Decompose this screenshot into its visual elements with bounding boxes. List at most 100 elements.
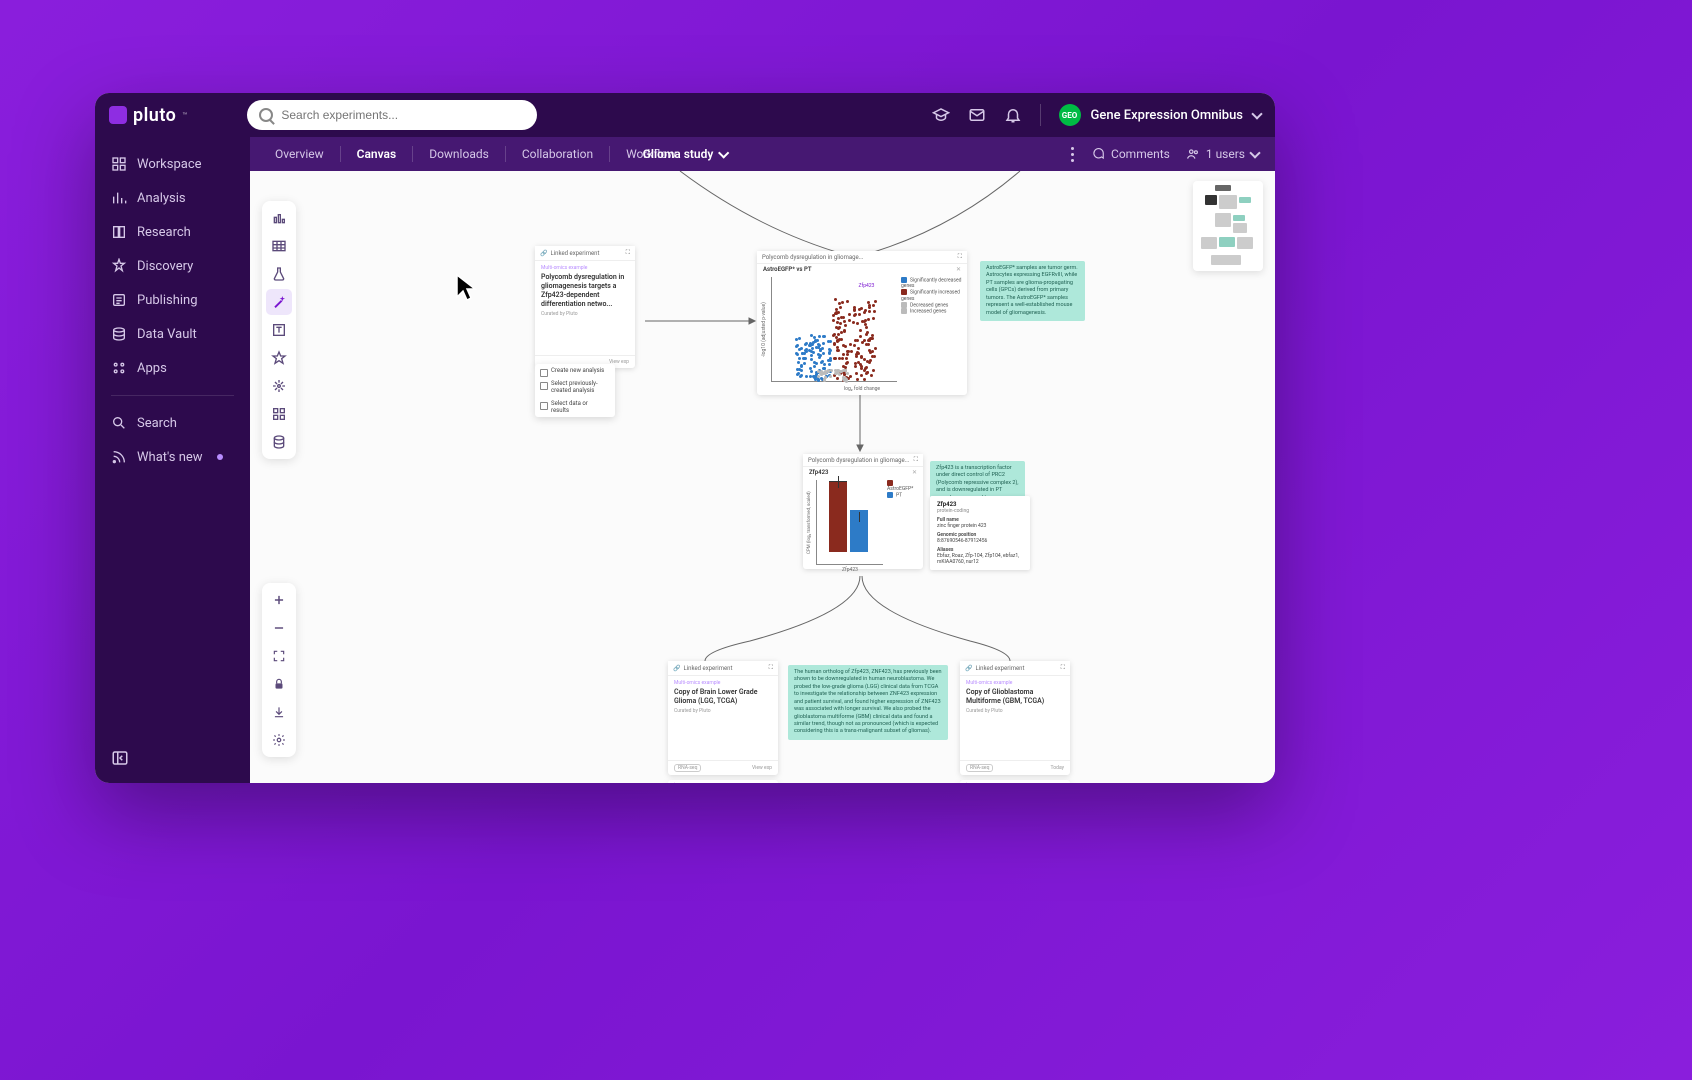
y-axis-label: -log10 (adjusted p-value): [761, 277, 767, 382]
footer-right[interactable]: Today: [1051, 765, 1064, 771]
sidebar-item-workspace[interactable]: Workspace: [95, 147, 250, 181]
logo-mark-icon: [109, 106, 127, 124]
menu-create-analysis[interactable]: Create new analysis: [535, 364, 615, 377]
mail-icon[interactable]: [968, 106, 986, 124]
card-tag: Multi-omics example: [535, 261, 635, 271]
sidebar-item-label: Data Vault: [137, 327, 197, 342]
y-axis-label: CPM (log₂ transformed, scaled): [807, 480, 812, 565]
card-caption: Polycomb dysregulation in gliomage...⛶: [757, 251, 967, 264]
sidebar-item-analysis[interactable]: Analysis: [95, 181, 250, 215]
sidebar-collapse-button[interactable]: [95, 733, 250, 783]
close-icon[interactable]: ✕: [956, 266, 961, 273]
organization-dropdown[interactable]: GEO Gene Expression Omnibus: [1059, 104, 1261, 126]
link-icon: 🔗: [965, 665, 972, 672]
rss-icon: [111, 449, 127, 465]
experiment-card-gbm[interactable]: 🔗Linked experiment⛶ Multi-omics example …: [960, 661, 1070, 775]
brand-name: pluto: [133, 105, 176, 126]
new-indicator-icon: [217, 454, 223, 460]
sidebar-item-label: Workspace: [137, 157, 202, 172]
sticky-note-astro[interactable]: AstroEGFP* samples are tumor germ. Astro…: [980, 261, 1085, 321]
experiment-card-polycomb[interactable]: 🔗Linked experiment⛶ Multi-omics example …: [535, 246, 635, 368]
context-right: Comments 1 users: [1071, 147, 1259, 162]
chevron-down-icon: [1251, 108, 1262, 119]
gene-info-card[interactable]: Zfp423 protein-coding Full name zinc fin…: [930, 496, 1030, 570]
sidebar-item-label: Research: [137, 225, 191, 240]
tab-canvas[interactable]: Canvas: [347, 139, 407, 169]
card-meta: Curated by Pluto: [668, 708, 778, 720]
study-title-text: Glioma study: [643, 147, 714, 161]
analysis-icon: [111, 190, 127, 206]
footer-badge: RNA-seq: [674, 764, 701, 772]
plot-legend: AstroEGFP* PT: [887, 480, 919, 565]
search-input[interactable]: [281, 108, 525, 122]
chevron-down-icon: [718, 147, 729, 158]
sidebar-item-data-vault[interactable]: Data Vault: [95, 317, 250, 351]
card-footer: RNA-seq View exp: [668, 760, 778, 775]
brand-logo[interactable]: pluto ™: [109, 105, 187, 126]
close-icon[interactable]: ✕: [912, 469, 917, 476]
cursor-icon: [455, 273, 481, 307]
sidebar-item-whats-new[interactable]: What's new: [95, 440, 250, 474]
comments-button[interactable]: Comments: [1091, 147, 1170, 161]
card-title: Polycomb dysregulation in gliomagenesis …: [535, 271, 635, 311]
context-bar: Overview Canvas Downloads Collaboration …: [95, 137, 1275, 171]
education-icon[interactable]: [932, 106, 950, 124]
expand-icon[interactable]: ⛶: [626, 249, 630, 257]
sidebar-item-label: Search: [137, 416, 177, 431]
canvas-stage[interactable]: 🔗Linked experiment⛶ Multi-omics example …: [250, 171, 1275, 783]
search-icon: [259, 108, 273, 122]
card-caption: Polycomb dysregulation in gliomage...⛶: [803, 454, 923, 467]
expand-icon[interactable]: ⛶: [958, 253, 962, 261]
card-tag: Multi-omics example: [960, 676, 1070, 686]
sidebar-item-discovery[interactable]: Discovery: [95, 249, 250, 283]
card-action-menu: Create new analysis: [960, 780, 1070, 783]
more-menu-icon[interactable]: [1071, 147, 1075, 162]
sidebar: Workspace Analysis Research Discovery Pu…: [95, 137, 250, 783]
card-caption: 🔗Linked experiment⛶: [668, 661, 778, 676]
research-icon: [111, 224, 127, 240]
topbar-actions: GEO Gene Expression Omnibus: [932, 104, 1261, 126]
action-create-analysis[interactable]: Create new analysis: [960, 780, 1070, 783]
full-name: zinc finger protein 423: [937, 523, 1023, 529]
card-caption: 🔗Linked experiment⛶: [960, 661, 1070, 676]
card-meta: Curated by Pluto: [960, 708, 1070, 720]
separator: [505, 146, 506, 162]
global-search[interactable]: [247, 100, 537, 130]
plot-title: AstroEGFP* vs PT: [763, 266, 812, 273]
card-context-menu: Create new analysis Select previously-cr…: [535, 364, 615, 417]
tab-collaboration[interactable]: Collaboration: [512, 139, 603, 169]
tab-downloads[interactable]: Downloads: [419, 139, 499, 169]
comments-label: Comments: [1111, 147, 1170, 161]
sidebar-item-research[interactable]: Research: [95, 215, 250, 249]
footer-right[interactable]: View exp: [752, 765, 772, 771]
plot-title: Zfp423: [809, 469, 828, 476]
canvas-area[interactable]: 🔗Linked experiment⛶ Multi-omics example …: [250, 171, 1275, 783]
users-label: 1 users: [1206, 147, 1245, 161]
sidebar-item-apps[interactable]: Apps: [95, 351, 250, 385]
action-create-analysis[interactable]: Create new analysis: [668, 780, 778, 783]
tab-overview[interactable]: Overview: [265, 139, 334, 169]
gene-type: protein-coding: [937, 508, 1023, 514]
expand-icon[interactable]: ⛶: [1061, 664, 1065, 672]
experiment-card-lgg[interactable]: 🔗Linked experiment⛶ Multi-omics example …: [668, 661, 778, 775]
expand-icon[interactable]: ⛶: [914, 456, 918, 464]
discovery-icon: [111, 258, 127, 274]
link-icon: 🔗: [540, 250, 547, 257]
sidebar-item-label: Analysis: [137, 191, 186, 206]
menu-select-data[interactable]: Select data or results: [535, 397, 615, 417]
card-caption: 🔗Linked experiment⛶: [535, 246, 635, 261]
sidebar-item-publishing[interactable]: Publishing: [95, 283, 250, 317]
trademark-icon: ™: [182, 111, 187, 120]
org-name: Gene Expression Omnibus: [1091, 108, 1243, 123]
bell-icon[interactable]: [1004, 106, 1022, 124]
menu-select-analysis[interactable]: Select previously-created analysis: [535, 377, 615, 397]
sidebar-item-search[interactable]: Search: [95, 406, 250, 440]
expand-icon[interactable]: ⛶: [769, 664, 773, 672]
bar-chart-card[interactable]: Polycomb dysregulation in gliomage...⛶ Z…: [803, 454, 923, 569]
volcano-plot-card[interactable]: Polycomb dysregulation in gliomage...⛶ A…: [757, 251, 967, 395]
users-dropdown[interactable]: 1 users: [1186, 147, 1259, 161]
study-title-dropdown[interactable]: Glioma study: [643, 147, 728, 161]
gene-symbol: Zfp423: [937, 501, 1023, 508]
divider: [111, 395, 234, 396]
sticky-note-ortholog[interactable]: The human ortholog of Zfp423, ZNF423, ha…: [788, 665, 948, 740]
